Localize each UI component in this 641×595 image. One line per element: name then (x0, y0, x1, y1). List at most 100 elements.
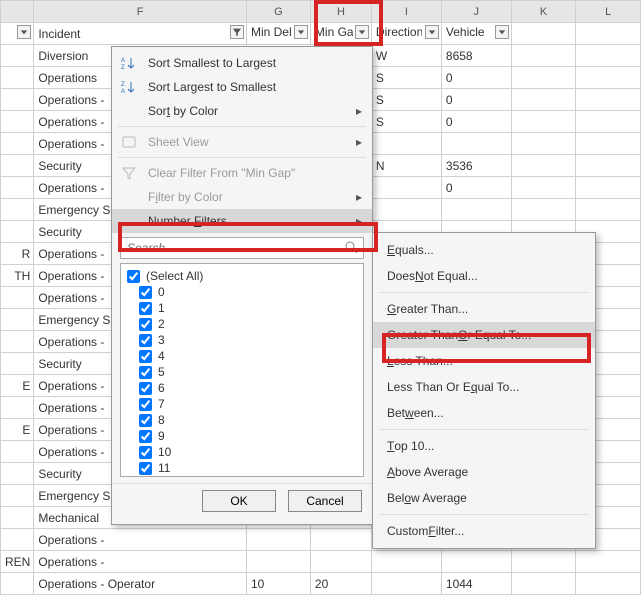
cell[interactable]: 0 (441, 111, 511, 133)
cell[interactable] (310, 551, 371, 573)
cell[interactable]: Operations - (34, 551, 247, 573)
cell[interactable] (576, 177, 641, 199)
filter-item[interactable]: 10 (125, 444, 359, 460)
filter-button-vehicle[interactable] (495, 25, 509, 39)
filter-item[interactable]: 6 (125, 380, 359, 396)
checkbox[interactable] (139, 334, 152, 347)
cell[interactable]: Operations - (34, 529, 247, 551)
cell[interactable] (1, 177, 34, 199)
cell-k-header[interactable] (511, 23, 576, 45)
cell[interactable]: 0 (441, 67, 511, 89)
cancel-button[interactable]: Cancel (288, 490, 362, 512)
cell[interactable] (1, 67, 34, 89)
filter-button-incident[interactable] (230, 25, 244, 39)
submenu-above-avg[interactable]: Above Average (373, 459, 595, 485)
filter-search-box[interactable] (120, 237, 364, 259)
filter-item[interactable]: 4 (125, 348, 359, 364)
cell[interactable] (1, 89, 34, 111)
cell[interactable] (576, 199, 641, 221)
filter-item[interactable]: 3 (125, 332, 359, 348)
cell[interactable]: E (1, 375, 34, 397)
filter-item[interactable]: 1 (125, 300, 359, 316)
cell[interactable] (511, 89, 576, 111)
col-letter-h[interactable]: H (310, 1, 371, 23)
cell[interactable] (1, 507, 34, 529)
cell[interactable] (1, 331, 34, 353)
cell[interactable]: 8658 (441, 45, 511, 67)
submenu-custom-filter[interactable]: Custom Filter... (373, 518, 595, 544)
cell[interactable] (1, 155, 34, 177)
cell-l-header[interactable] (576, 23, 641, 45)
cell[interactable] (576, 155, 641, 177)
cell[interactable] (576, 45, 641, 67)
cell[interactable] (511, 111, 576, 133)
filter-item[interactable]: 7 (125, 396, 359, 412)
cell[interactable] (1, 441, 34, 463)
filter-button-prev[interactable] (17, 25, 31, 39)
checkbox[interactable] (139, 430, 152, 443)
col-letter-l[interactable]: L (576, 1, 641, 23)
col-letter-g[interactable]: G (246, 1, 310, 23)
cell[interactable] (1, 309, 34, 331)
checkbox[interactable] (139, 350, 152, 363)
cell[interactable]: 0 (441, 89, 511, 111)
header-vehicle[interactable]: Vehicle (441, 23, 511, 45)
cell[interactable] (1, 397, 34, 419)
cell[interactable] (1, 199, 34, 221)
filter-button-direction[interactable] (425, 25, 439, 39)
cell[interactable] (1, 485, 34, 507)
filter-item[interactable]: 11 (125, 460, 359, 476)
cell[interactable]: 10 (246, 573, 310, 595)
filter-item[interactable]: 5 (125, 364, 359, 380)
menu-sort-desc[interactable]: ZA Sort Largest to Smallest (112, 75, 372, 99)
checkbox[interactable] (139, 318, 152, 331)
submenu-greater-than[interactable]: Greater Than... (373, 296, 595, 322)
col-letter-blank[interactable] (1, 1, 34, 23)
header-incident[interactable]: Incident (34, 23, 247, 45)
cell[interactable] (1, 529, 34, 551)
cell[interactable]: S (371, 67, 441, 89)
cell[interactable] (310, 529, 371, 551)
cell[interactable] (511, 133, 576, 155)
submenu-less-than[interactable]: Less Than... (373, 348, 595, 374)
filter-item[interactable]: 9 (125, 428, 359, 444)
cell[interactable] (441, 199, 511, 221)
menu-sort-by-color[interactable]: Sort by Color (112, 99, 372, 123)
submenu-lte[interactable]: Less Than Or Equal To... (373, 374, 595, 400)
cell[interactable] (576, 133, 641, 155)
submenu-equals[interactable]: Equals... (373, 237, 595, 263)
col-letter-f[interactable]: F (34, 1, 247, 23)
cell[interactable]: R (1, 243, 34, 265)
checkbox[interactable] (139, 286, 152, 299)
cell[interactable] (511, 573, 576, 595)
cell[interactable] (511, 177, 576, 199)
filter-item[interactable]: 12 (125, 476, 359, 477)
cell[interactable]: E (1, 419, 34, 441)
checkbox[interactable] (139, 366, 152, 379)
header-min-delay[interactable]: Min Delay (246, 23, 310, 45)
cell[interactable] (371, 177, 441, 199)
checkbox-select-all[interactable] (127, 270, 140, 283)
submenu-below-avg[interactable]: Below Average (373, 485, 595, 511)
cell[interactable] (1, 463, 34, 485)
cell[interactable] (511, 45, 576, 67)
menu-sort-asc[interactable]: AZ Sort Smallest to Largest (112, 51, 372, 75)
cell[interactable]: REN (1, 551, 34, 573)
checkbox[interactable] (139, 446, 152, 459)
cell[interactable]: S (371, 89, 441, 111)
cell[interactable] (246, 529, 310, 551)
filter-item[interactable]: 0 (125, 284, 359, 300)
cell[interactable]: S (371, 111, 441, 133)
cell[interactable] (1, 221, 34, 243)
cell[interactable] (441, 551, 511, 573)
filter-item[interactable]: 8 (125, 412, 359, 428)
cell[interactable] (1, 111, 34, 133)
cell[interactable] (371, 133, 441, 155)
cell[interactable] (576, 111, 641, 133)
filter-button-min-gap[interactable] (355, 25, 369, 39)
checkbox[interactable] (139, 302, 152, 315)
cell[interactable] (246, 551, 310, 573)
cell[interactable]: 1044 (441, 573, 511, 595)
cell[interactable] (1, 573, 34, 595)
submenu-top10[interactable]: Top 10... (373, 433, 595, 459)
